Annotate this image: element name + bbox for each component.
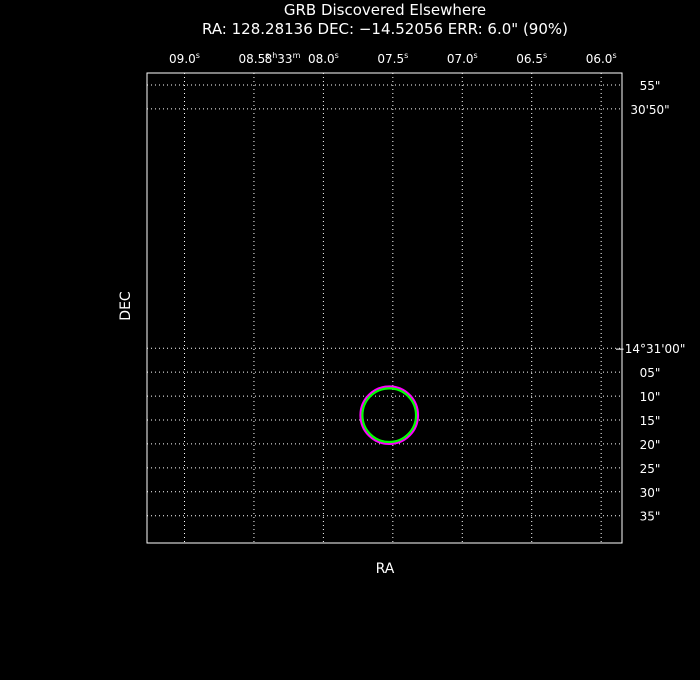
y-tick-label: 25" [640,462,661,476]
grid [147,73,622,543]
x-tick-hour-minute: 8h33m [265,51,301,66]
y-tick-label: 30" [640,486,661,500]
y-tick-label: 05" [640,366,661,380]
y-tick-label: 10" [640,390,661,404]
error-circles [359,385,420,446]
y-tick-label: 55" [640,79,661,93]
chart-title: GRB Discovered Elsewhere [284,1,486,19]
x-axis-label: RA [376,561,395,577]
plot-frame [146,72,623,544]
x-tick-label: 06.0s [586,51,617,66]
x-tick-label: 07.0s [447,51,478,66]
x-tick-label: 09.0s [169,51,200,66]
y-tick-label: 20" [640,438,661,452]
error-circle-inner [361,387,418,444]
chart: GRB Discovered Elsewhere RA: 128.28136 D… [118,1,686,577]
y-tick-label: 15" [640,414,661,428]
y-tick-label: 35" [640,510,661,524]
error-circle-outer [359,385,420,446]
x-tick-label: 08.0s [308,51,339,66]
x-tick-label: 07.5s [377,51,408,66]
chart-subtitle: RA: 128.28136 DEC: −14.52056 ERR: 6.0" (… [202,20,568,38]
y-axis-label: DEC [118,291,134,321]
y-tick-label: 30'50" [630,103,669,117]
y-tick-labels: 30'50" 55" −14°31'00" 05" 10" 15" 20" 25" 30" 35" [615,79,686,524]
x-tick-label: 06.5s [516,51,547,66]
x-tick-labels: 09.0s 08.5s 08.0s8h33m 07.5s 07.0s 06.5s 06.0s [169,51,617,66]
y-tick-label: −14°31'00" [615,342,686,356]
